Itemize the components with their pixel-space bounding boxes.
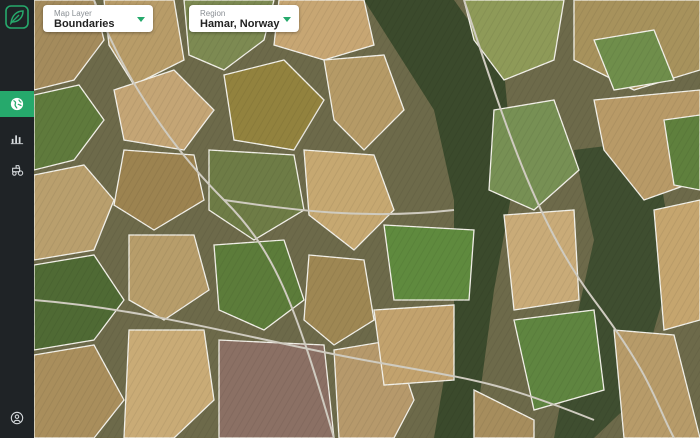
- map-layer-label: Map Layer: [54, 9, 92, 18]
- field-boundaries-map[interactable]: [34, 0, 700, 438]
- satellite-map[interactable]: Map Layer Boundaries Region Hamar, Norwa…: [34, 0, 700, 438]
- user-icon: [10, 411, 24, 425]
- globe-icon: [10, 97, 24, 111]
- region-label: Region: [200, 9, 226, 18]
- nav-item-machinery[interactable]: [0, 157, 34, 183]
- chevron-down-icon: [283, 17, 291, 22]
- leaf-logo-icon[interactable]: [5, 5, 29, 29]
- tractor-icon: [12, 165, 24, 176]
- region-dropdown[interactable]: Region Hamar, Norway: [189, 5, 299, 32]
- map-layer-value: Boundaries: [54, 18, 115, 30]
- nav-item-analytics[interactable]: [0, 125, 34, 151]
- nav-item-account[interactable]: [0, 405, 34, 431]
- chevron-down-icon: [137, 17, 145, 22]
- sidebar: [0, 0, 34, 438]
- nav-item-map[interactable]: [0, 91, 34, 117]
- bar-chart-icon: [10, 135, 24, 145]
- region-value: Hamar, Norway: [200, 18, 280, 30]
- map-layer-dropdown[interactable]: Map Layer Boundaries: [43, 5, 153, 32]
